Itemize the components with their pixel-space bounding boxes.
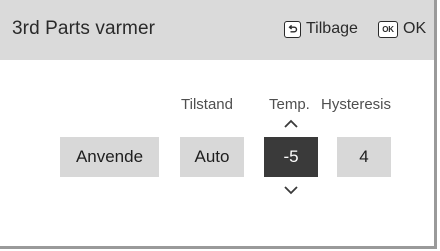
ok-button[interactable]: OK OK <box>378 17 426 41</box>
hysteresis-value: 4 <box>359 147 369 166</box>
mode-selector[interactable]: Auto <box>180 137 244 177</box>
back-return-icon <box>284 20 301 38</box>
mode-column-label: Tilstand <box>181 96 233 113</box>
hysteresis-selector[interactable]: 4 <box>337 137 391 177</box>
back-label: Tilbage <box>306 20 358 37</box>
ok-key-icon: OK <box>378 20 398 38</box>
temp-selector[interactable]: -5 <box>264 137 318 177</box>
mode-value: Auto <box>194 147 230 166</box>
header-bar: 3rd Parts varmer Tilbage OK OK <box>0 0 434 60</box>
page-title: 3rd Parts varmer <box>12 18 156 39</box>
ok-label: OK <box>403 20 427 37</box>
hysteresis-column-label: Hysteresis <box>321 96 392 113</box>
temp-value: -5 <box>283 147 299 166</box>
chevron-down-icon[interactable] <box>283 184 299 196</box>
temp-column-label: Temp. <box>269 96 310 113</box>
apply-button-label: Anvende <box>75 147 144 166</box>
settings-panel: 3rd Parts varmer Tilbage OK OK Tilstand … <box>0 0 437 249</box>
apply-button[interactable]: Anvende <box>60 137 159 177</box>
back-button[interactable]: Tilbage <box>284 17 358 41</box>
chevron-up-icon[interactable] <box>283 118 299 130</box>
